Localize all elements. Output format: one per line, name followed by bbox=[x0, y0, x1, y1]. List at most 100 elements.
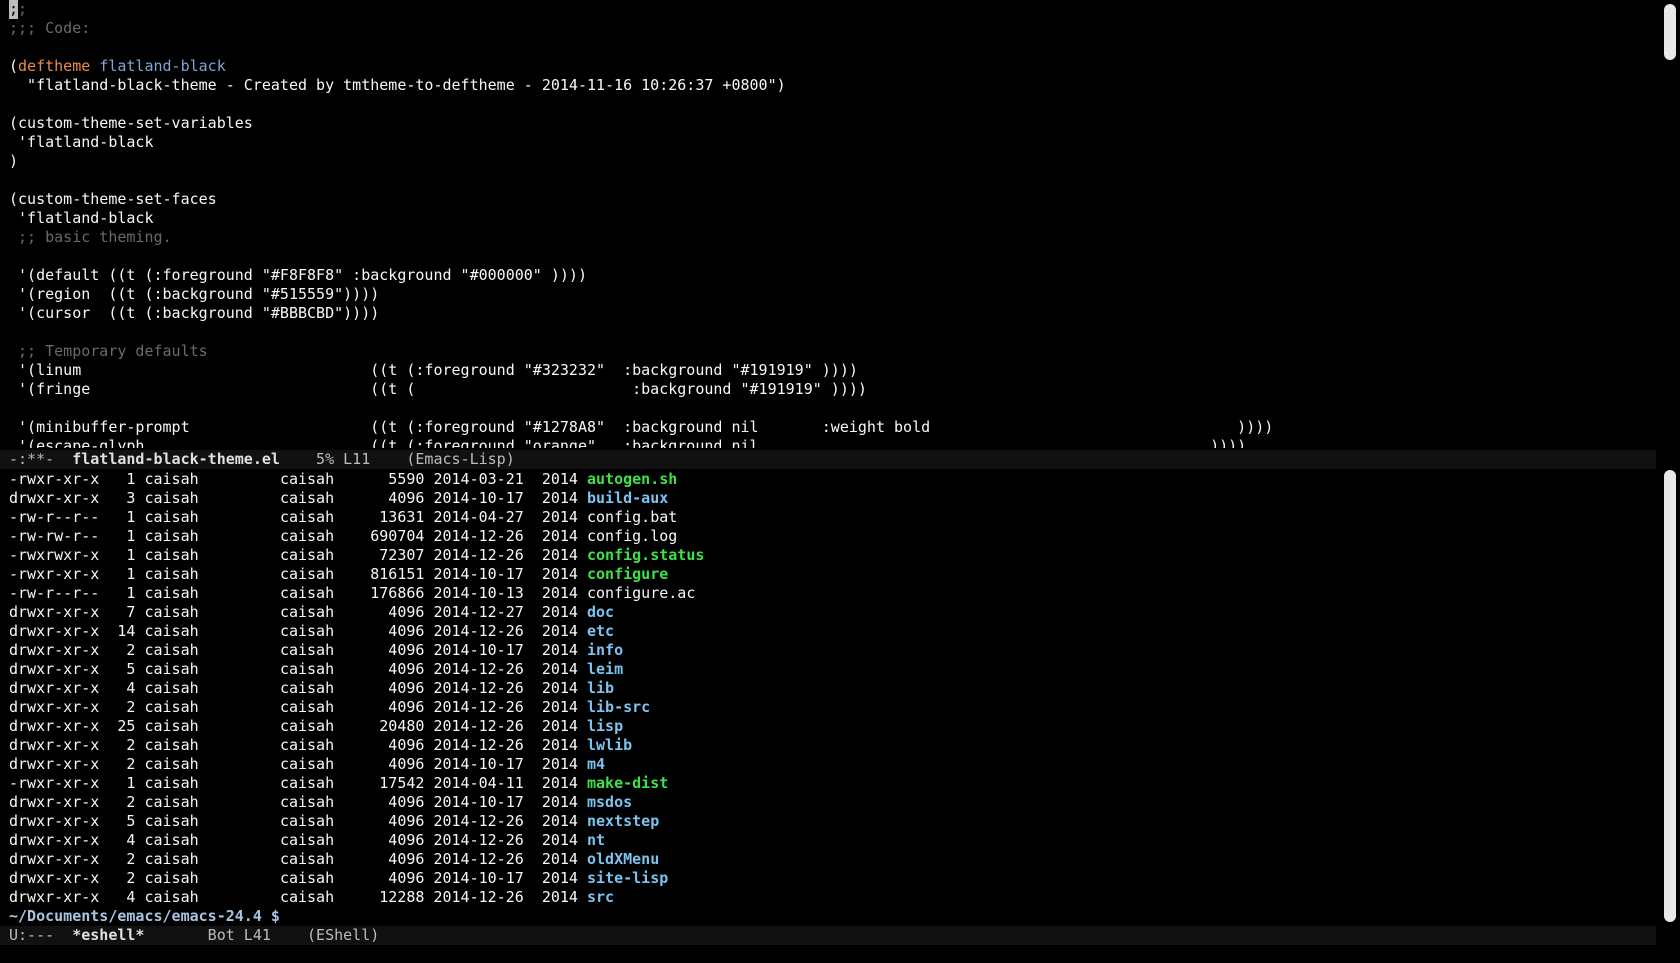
file-size: 4096 bbox=[334, 660, 425, 678]
code-line[interactable]: ;; Temporary defaults bbox=[0, 342, 1656, 361]
file-group: caisah bbox=[279, 755, 335, 773]
code-editor-pane[interactable]: ;;;;; Code: (deftheme flatland-black "fla… bbox=[0, 0, 1656, 448]
file-year: 2014 bbox=[541, 679, 578, 697]
file-group: caisah bbox=[279, 831, 335, 849]
modeline-major-mode[interactable]: (Emacs-Lisp) bbox=[406, 450, 514, 468]
directory-name[interactable]: doc bbox=[587, 603, 614, 622]
modeline-buffer-name[interactable]: *eshell* bbox=[72, 926, 144, 944]
code-line[interactable] bbox=[0, 399, 1656, 418]
directory-name[interactable]: info bbox=[587, 641, 623, 660]
code-line[interactable]: '(default ((t (:foreground "#F8F8F8" :ba… bbox=[0, 266, 1656, 285]
directory-name[interactable]: lib-src bbox=[587, 698, 650, 717]
code-line[interactable] bbox=[0, 38, 1656, 57]
code-line[interactable] bbox=[0, 247, 1656, 266]
file-year: 2014 bbox=[541, 527, 578, 545]
file-date: 2014-12-26 bbox=[433, 831, 524, 849]
directory-name[interactable]: lwlib bbox=[587, 736, 632, 755]
directory-name[interactable]: lisp bbox=[587, 717, 623, 736]
file-group: caisah bbox=[279, 641, 335, 659]
code-line[interactable]: ;; basic theming. bbox=[0, 228, 1656, 247]
eshell-pane[interactable]: -rwxr-xr-x 1 caisah caisah 5590 2014-03-… bbox=[0, 470, 1656, 926]
modeline-major-mode[interactable]: (EShell) bbox=[307, 926, 379, 944]
code-line[interactable]: 'flatland-black bbox=[0, 133, 1656, 152]
file-name[interactable]: config.log bbox=[587, 527, 677, 546]
code-line[interactable]: '(fringe ((t ( :background "#191919" )))… bbox=[0, 380, 1656, 399]
file-date: 2014-04-27 bbox=[433, 508, 524, 526]
directory-name[interactable]: build-aux bbox=[587, 489, 668, 508]
file-name[interactable]: autogen.sh bbox=[587, 470, 677, 489]
code-editor-scrollbar-thumb[interactable] bbox=[1664, 4, 1676, 60]
eshell-scrollbar[interactable] bbox=[1656, 470, 1680, 926]
file-permissions: drwxr-xr-x bbox=[9, 603, 100, 621]
file-size: 690704 bbox=[334, 527, 425, 545]
directory-name[interactable]: leim bbox=[587, 660, 623, 679]
ls-row: drwxr-xr-x 2 caisah caisah 4096 2014-10-… bbox=[0, 793, 1656, 812]
code-line[interactable]: '(cursor ((t (:background "#BBBCBD")))) bbox=[0, 304, 1656, 323]
file-link-count: 5 bbox=[99, 660, 136, 678]
file-owner: caisah bbox=[144, 527, 199, 545]
file-year: 2014 bbox=[541, 812, 578, 830]
file-link-count: 2 bbox=[99, 698, 136, 716]
eshell-prompt-line[interactable]: ~/Documents/emacs/emacs-24.4 $ bbox=[0, 907, 1656, 926]
code-line[interactable]: '(region ((t (:background "#515559")))) bbox=[0, 285, 1656, 304]
code-line[interactable]: ) bbox=[0, 152, 1656, 171]
directory-name[interactable]: src bbox=[587, 888, 614, 907]
file-group: caisah bbox=[279, 793, 335, 811]
file-permissions: drwxr-xr-x bbox=[9, 736, 100, 754]
directory-name[interactable]: m4 bbox=[587, 755, 605, 774]
file-year: 2014 bbox=[541, 793, 578, 811]
file-owner: caisah bbox=[144, 793, 199, 811]
directory-name[interactable]: nt bbox=[587, 831, 605, 850]
directory-name[interactable]: nextstep bbox=[587, 812, 659, 831]
code-line[interactable]: ;;; Code: bbox=[0, 19, 1656, 38]
code-line[interactable]: '(minibuffer-prompt ((t (:foreground "#1… bbox=[0, 418, 1656, 437]
file-owner: caisah bbox=[144, 470, 199, 488]
modeline-buffer-name[interactable]: flatland-black-theme.el bbox=[72, 450, 280, 468]
code-line[interactable]: (custom-theme-set-variables bbox=[0, 114, 1656, 133]
file-date: 2014-12-26 bbox=[433, 812, 524, 830]
ls-row: drwxr-xr-x 4 caisah caisah 12288 2014-12… bbox=[0, 888, 1656, 907]
eshell-scrollbar-thumb[interactable] bbox=[1664, 470, 1676, 922]
file-size: 4096 bbox=[334, 603, 425, 621]
file-year: 2014 bbox=[541, 565, 578, 583]
code-line[interactable] bbox=[0, 95, 1656, 114]
minibuffer[interactable] bbox=[0, 945, 1680, 963]
code-line[interactable] bbox=[0, 323, 1656, 342]
modeline-status: U:--- bbox=[9, 926, 73, 944]
code-line[interactable]: (deftheme flatland-black bbox=[0, 57, 1656, 76]
code-line[interactable]: (custom-theme-set-faces bbox=[0, 190, 1656, 209]
code-line[interactable]: ;; bbox=[0, 0, 1656, 19]
file-date: 2014-12-26 bbox=[433, 546, 524, 564]
file-name[interactable]: config.bat bbox=[587, 508, 677, 527]
ls-row: drwxr-xr-x 4 caisah caisah 4096 2014-12-… bbox=[0, 679, 1656, 698]
directory-name[interactable]: msdos bbox=[587, 793, 632, 812]
file-date: 2014-04-11 bbox=[433, 774, 524, 792]
directory-name[interactable]: etc bbox=[587, 622, 614, 641]
ls-row: drwxr-xr-x 3 caisah caisah 4096 2014-10-… bbox=[0, 489, 1656, 508]
directory-name[interactable]: oldXMenu bbox=[587, 850, 659, 869]
directory-name[interactable]: site-lisp bbox=[587, 869, 668, 888]
file-group: caisah bbox=[279, 489, 335, 507]
file-owner: caisah bbox=[144, 698, 199, 716]
code-editor-scrollbar[interactable] bbox=[1656, 0, 1680, 448]
file-year: 2014 bbox=[541, 603, 578, 621]
file-name[interactable]: configure bbox=[587, 565, 668, 584]
code-line[interactable]: '(escape-glyph ((t (:foreground "orange"… bbox=[0, 437, 1656, 448]
file-owner: caisah bbox=[144, 831, 199, 849]
file-year: 2014 bbox=[541, 584, 578, 602]
code-token: (custom-theme-set-variables bbox=[9, 114, 253, 132]
code-line[interactable]: "flatland-black-theme - Created by tmthe… bbox=[0, 76, 1656, 95]
code-line[interactable]: 'flatland-black bbox=[0, 209, 1656, 228]
file-name[interactable]: config.status bbox=[587, 546, 704, 565]
ls-row: -rwxr-xr-x 1 caisah caisah 5590 2014-03-… bbox=[0, 470, 1656, 489]
file-size: 17542 bbox=[334, 774, 425, 792]
file-name[interactable]: make-dist bbox=[587, 774, 668, 793]
code-line[interactable]: '(linum ((t (:foreground "#323232" :back… bbox=[0, 361, 1656, 380]
file-size: 816151 bbox=[334, 565, 425, 583]
file-group: caisah bbox=[279, 584, 335, 602]
file-size: 12288 bbox=[334, 888, 425, 906]
directory-name[interactable]: lib bbox=[587, 679, 614, 698]
file-name[interactable]: configure.ac bbox=[587, 584, 695, 603]
ls-row: drwxr-xr-x 2 caisah caisah 4096 2014-12-… bbox=[0, 698, 1656, 717]
code-line[interactable] bbox=[0, 171, 1656, 190]
